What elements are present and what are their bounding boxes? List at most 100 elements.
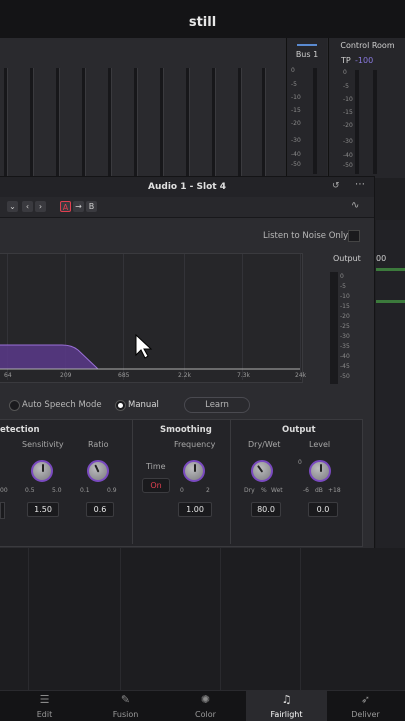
bus1-tick: -30 — [291, 137, 301, 144]
controls-sections: etection Sensitivity 00 0.5 5.0 1.50 Rat… — [0, 419, 363, 547]
bus1-meter — [313, 68, 317, 174]
app-title: still — [188, 15, 217, 30]
drywet-knob[interactable] — [251, 460, 273, 482]
time-toggle[interactable]: On — [142, 478, 170, 493]
radio-dot — [118, 403, 123, 408]
section-divider — [230, 420, 231, 544]
detection-partial-label: 00 — [0, 487, 8, 494]
bus1-tick: -40 — [291, 151, 301, 158]
tp-label: TP — [341, 56, 351, 65]
manual-radio[interactable] — [115, 400, 126, 411]
tab-edit-label: Edit — [36, 710, 53, 719]
meter-bar — [82, 68, 86, 178]
output-tick: -25 — [340, 323, 350, 330]
drywet-value[interactable]: 80.0 — [251, 502, 281, 517]
meter-bar — [108, 68, 112, 178]
auto-speech-radio[interactable] — [9, 400, 20, 411]
grid-line — [220, 548, 221, 690]
bus1-tick: -10 — [291, 94, 301, 101]
noise-profile-curve — [0, 344, 300, 370]
listen-noise-checkbox[interactable] — [348, 230, 360, 242]
grid-line — [28, 548, 29, 690]
freq-label: 24k — [295, 372, 307, 379]
tab-fairlight-label: Fairlight — [270, 710, 303, 719]
control-room-meter-right — [373, 70, 377, 174]
cr-tick: -50 — [343, 162, 353, 169]
manual-label: Manual — [128, 400, 159, 410]
output-meter — [330, 272, 338, 384]
tab-fusion-label: Fusion — [112, 710, 139, 719]
partial-value-box[interactable] — [0, 502, 5, 519]
sensitivity-knob[interactable] — [31, 460, 53, 482]
fusion-icon: ✎ — [120, 693, 131, 706]
ratio-max: 0.9 — [107, 487, 117, 494]
tab-fairlight[interactable]: ♫ Fairlight — [246, 691, 327, 721]
output-section-title: Output — [282, 425, 316, 435]
control-room-meter-left — [355, 70, 359, 174]
ratio-value[interactable]: 0.6 — [86, 502, 114, 517]
tab-fusion[interactable]: ✎ Fusion — [85, 691, 166, 721]
b-compare-button[interactable]: B — [86, 201, 97, 212]
learn-button[interactable]: Learn — [184, 397, 250, 413]
sensitivity-value[interactable]: 1.50 — [27, 502, 59, 517]
level-value[interactable]: 0.0 — [308, 502, 338, 517]
next-preset-icon[interactable]: › — [35, 201, 46, 212]
cr-tick: 0 — [343, 69, 347, 76]
tab-color-label: Color — [195, 710, 216, 719]
sensitivity-label: Sensitivity — [22, 440, 64, 449]
frequency-max: 2 — [206, 487, 210, 494]
meter-bar — [212, 68, 216, 178]
drywet-label: Dry/Wet — [248, 440, 281, 449]
frequency-label: Frequency — [174, 440, 216, 449]
cr-tick: -10 — [343, 96, 353, 103]
cr-tick: -30 — [343, 138, 353, 145]
cr-tick: -5 — [343, 83, 349, 90]
detection-title: etection — [0, 425, 40, 435]
bus1-meter-panel: Bus 1 0 -5 -10 -15 -20 -30 -40 -50 — [286, 38, 327, 178]
control-room-label: Control Room — [340, 41, 395, 50]
dropdown-chevron-icon[interactable]: ⌄ — [7, 201, 18, 212]
a-compare-button[interactable]: A — [60, 201, 71, 212]
waveform-icon[interactable]: ∿ — [351, 200, 359, 211]
output-tick: 0 — [340, 273, 344, 280]
frequency-value[interactable]: 1.00 — [178, 502, 212, 517]
meter-bar — [134, 68, 138, 178]
frequency-min: 0 — [180, 487, 184, 494]
noise-spectrum-graph — [0, 253, 303, 383]
ratio-knob[interactable] — [87, 460, 109, 482]
meter-bar — [262, 68, 266, 178]
meter-bar — [238, 68, 242, 178]
smoothing-title: Smoothing — [160, 425, 212, 435]
mode-row: Auto Speech Mode Manual Learn — [0, 397, 374, 413]
time-label: Time — [146, 462, 166, 471]
side-level-bar — [376, 300, 405, 303]
output-tick: -5 — [340, 283, 346, 290]
frequency-knob[interactable] — [183, 460, 205, 482]
tab-color[interactable]: ✺ Color — [165, 691, 246, 721]
prev-preset-icon[interactable]: ‹ — [22, 201, 33, 212]
bus1-tick: -5 — [291, 81, 297, 88]
bus1-tick: -20 — [291, 120, 301, 127]
output-tick: -30 — [340, 333, 350, 340]
bus1-tick: -50 — [291, 161, 301, 168]
tab-deliver-label: Deliver — [351, 710, 380, 719]
control-room-panel: Control Room TP -100 0 -5 -10 -15 -20 -3… — [328, 38, 405, 178]
copy-a-to-b-button[interactable]: → — [73, 201, 84, 212]
output-tick: -20 — [340, 313, 350, 320]
timeline-area — [0, 548, 405, 690]
meter-bar — [30, 68, 34, 178]
deliver-icon: ➶ — [360, 693, 371, 706]
plugin-title: Audio 1 - Slot 4 — [0, 177, 374, 197]
cr-tick: -15 — [343, 109, 353, 116]
tab-deliver[interactable]: ➶ Deliver — [325, 691, 405, 721]
reset-icon[interactable]: ↺ — [332, 181, 342, 193]
output-tick: -40 — [340, 353, 350, 360]
color-icon: ✺ — [200, 693, 211, 706]
level-knob[interactable] — [309, 460, 331, 482]
more-options-icon[interactable]: ⋯ — [355, 179, 369, 191]
page-tabs: ☰ Edit ✎ Fusion ✺ Color ♫ Fairlight ➶ De… — [0, 690, 405, 721]
tab-edit[interactable]: ☰ Edit — [4, 691, 85, 721]
tp-value: -100 — [355, 56, 374, 65]
bus-color-strip — [297, 44, 317, 46]
freq-label: 685 — [118, 372, 130, 379]
